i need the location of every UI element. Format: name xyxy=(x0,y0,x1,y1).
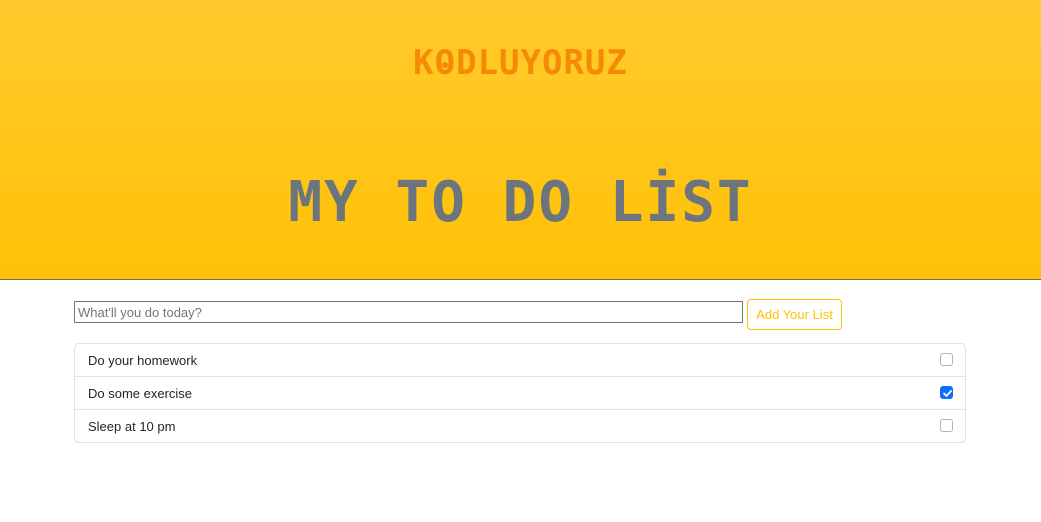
task-input[interactable] xyxy=(74,301,743,323)
task-checkbox[interactable] xyxy=(940,419,953,432)
kodluyoruz-logo: KODLUYORUZ xyxy=(0,44,1041,82)
checkmark-icon xyxy=(943,390,952,397)
logo-text-suffix: DLUYORUZ xyxy=(456,43,628,83)
task-checkbox[interactable] xyxy=(940,386,953,399)
task-label: Do some exercise xyxy=(88,386,193,401)
logo-o-mark: O xyxy=(435,44,456,82)
task-list: Do your homework Do some exercise Sleep … xyxy=(74,343,966,443)
task-checkbox[interactable] xyxy=(940,353,953,366)
task-item: Do your homework xyxy=(75,344,965,377)
task-item: Sleep at 10 pm xyxy=(75,410,965,442)
logo-text-prefix: K xyxy=(413,43,435,83)
add-task-form: Add Your List xyxy=(74,299,966,331)
task-label: Do your homework xyxy=(88,353,198,368)
header-banner: KODLUYORUZ MY TO DO LİST xyxy=(0,0,1041,280)
page-title: MY TO DO LİST xyxy=(288,170,753,235)
task-item: Do some exercise xyxy=(75,377,965,410)
add-your-list-button[interactable]: Add Your List xyxy=(747,299,842,330)
task-label: Sleep at 10 pm xyxy=(88,419,176,434)
